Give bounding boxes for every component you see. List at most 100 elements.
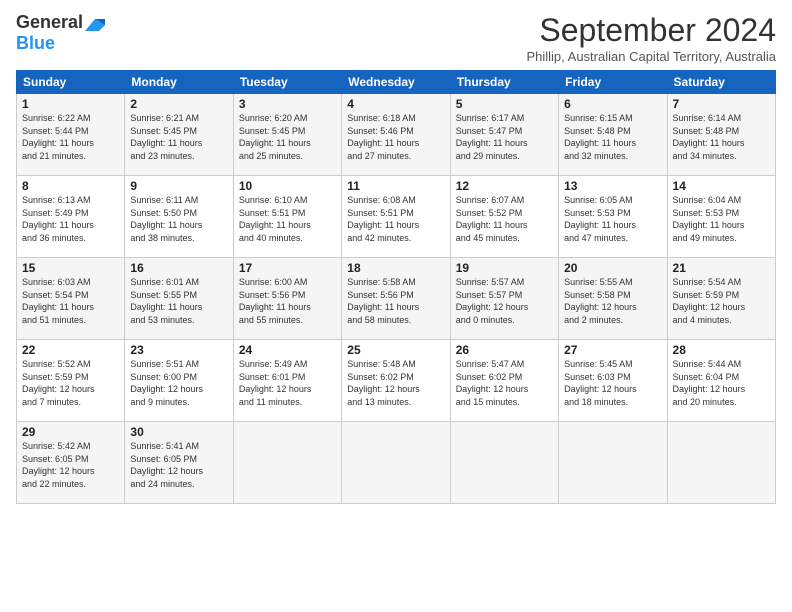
table-row: 30Sunrise: 5:41 AM Sunset: 6:05 PM Dayli… <box>125 422 233 504</box>
day-info: Sunrise: 5:49 AM Sunset: 6:01 PM Dayligh… <box>239 358 336 408</box>
table-row: 24Sunrise: 5:49 AM Sunset: 6:01 PM Dayli… <box>233 340 341 422</box>
day-info: Sunrise: 5:44 AM Sunset: 6:04 PM Dayligh… <box>673 358 770 408</box>
day-number: 1 <box>22 97 119 111</box>
table-row: 25Sunrise: 5:48 AM Sunset: 6:02 PM Dayli… <box>342 340 450 422</box>
day-number: 9 <box>130 179 227 193</box>
table-row: 4Sunrise: 6:18 AM Sunset: 5:46 PM Daylig… <box>342 94 450 176</box>
table-row: 3Sunrise: 6:20 AM Sunset: 5:45 PM Daylig… <box>233 94 341 176</box>
header-saturday: Saturday <box>667 71 775 94</box>
day-info: Sunrise: 6:22 AM Sunset: 5:44 PM Dayligh… <box>22 112 119 162</box>
day-info: Sunrise: 6:18 AM Sunset: 5:46 PM Dayligh… <box>347 112 444 162</box>
table-row: 17Sunrise: 6:00 AM Sunset: 5:56 PM Dayli… <box>233 258 341 340</box>
table-row <box>559 422 667 504</box>
table-row: 16Sunrise: 6:01 AM Sunset: 5:55 PM Dayli… <box>125 258 233 340</box>
day-number: 11 <box>347 179 444 193</box>
day-number: 4 <box>347 97 444 111</box>
day-info: Sunrise: 5:41 AM Sunset: 6:05 PM Dayligh… <box>130 440 227 490</box>
table-row <box>667 422 775 504</box>
table-row <box>450 422 558 504</box>
header-wednesday: Wednesday <box>342 71 450 94</box>
header-friday: Friday <box>559 71 667 94</box>
table-row: 29Sunrise: 5:42 AM Sunset: 6:05 PM Dayli… <box>17 422 125 504</box>
day-number: 7 <box>673 97 770 111</box>
calendar-header-row: Sunday Monday Tuesday Wednesday Thursday… <box>17 71 776 94</box>
calendar-week-row: 8Sunrise: 6:13 AM Sunset: 5:49 PM Daylig… <box>17 176 776 258</box>
day-number: 14 <box>673 179 770 193</box>
table-row: 11Sunrise: 6:08 AM Sunset: 5:51 PM Dayli… <box>342 176 450 258</box>
day-number: 19 <box>456 261 553 275</box>
day-info: Sunrise: 6:07 AM Sunset: 5:52 PM Dayligh… <box>456 194 553 244</box>
calendar-week-row: 29Sunrise: 5:42 AM Sunset: 6:05 PM Dayli… <box>17 422 776 504</box>
day-number: 15 <box>22 261 119 275</box>
title-section: September 2024 Phillip, Australian Capit… <box>526 12 776 64</box>
logo-blue-text: Blue <box>16 33 55 54</box>
table-row <box>233 422 341 504</box>
day-info: Sunrise: 5:47 AM Sunset: 6:02 PM Dayligh… <box>456 358 553 408</box>
day-number: 29 <box>22 425 119 439</box>
day-number: 28 <box>673 343 770 357</box>
header-sunday: Sunday <box>17 71 125 94</box>
day-number: 10 <box>239 179 336 193</box>
table-row: 26Sunrise: 5:47 AM Sunset: 6:02 PM Dayli… <box>450 340 558 422</box>
day-info: Sunrise: 5:58 AM Sunset: 5:56 PM Dayligh… <box>347 276 444 326</box>
table-row: 15Sunrise: 6:03 AM Sunset: 5:54 PM Dayli… <box>17 258 125 340</box>
day-info: Sunrise: 6:08 AM Sunset: 5:51 PM Dayligh… <box>347 194 444 244</box>
day-number: 12 <box>456 179 553 193</box>
table-row: 22Sunrise: 5:52 AM Sunset: 5:59 PM Dayli… <box>17 340 125 422</box>
day-info: Sunrise: 5:52 AM Sunset: 5:59 PM Dayligh… <box>22 358 119 408</box>
day-number: 20 <box>564 261 661 275</box>
day-number: 17 <box>239 261 336 275</box>
table-row: 21Sunrise: 5:54 AM Sunset: 5:59 PM Dayli… <box>667 258 775 340</box>
day-number: 23 <box>130 343 227 357</box>
calendar-week-row: 15Sunrise: 6:03 AM Sunset: 5:54 PM Dayli… <box>17 258 776 340</box>
day-number: 16 <box>130 261 227 275</box>
day-info: Sunrise: 5:55 AM Sunset: 5:58 PM Dayligh… <box>564 276 661 326</box>
table-row: 18Sunrise: 5:58 AM Sunset: 5:56 PM Dayli… <box>342 258 450 340</box>
day-number: 26 <box>456 343 553 357</box>
day-number: 18 <box>347 261 444 275</box>
day-info: Sunrise: 6:11 AM Sunset: 5:50 PM Dayligh… <box>130 194 227 244</box>
day-info: Sunrise: 6:15 AM Sunset: 5:48 PM Dayligh… <box>564 112 661 162</box>
day-info: Sunrise: 6:03 AM Sunset: 5:54 PM Dayligh… <box>22 276 119 326</box>
day-info: Sunrise: 6:04 AM Sunset: 5:53 PM Dayligh… <box>673 194 770 244</box>
day-info: Sunrise: 6:14 AM Sunset: 5:48 PM Dayligh… <box>673 112 770 162</box>
month-year-title: September 2024 <box>526 12 776 49</box>
table-row <box>342 422 450 504</box>
table-row: 23Sunrise: 5:51 AM Sunset: 6:00 PM Dayli… <box>125 340 233 422</box>
location-subtitle: Phillip, Australian Capital Territory, A… <box>526 49 776 64</box>
table-row: 7Sunrise: 6:14 AM Sunset: 5:48 PM Daylig… <box>667 94 775 176</box>
day-number: 27 <box>564 343 661 357</box>
header-tuesday: Tuesday <box>233 71 341 94</box>
table-row: 19Sunrise: 5:57 AM Sunset: 5:57 PM Dayli… <box>450 258 558 340</box>
day-info: Sunrise: 5:42 AM Sunset: 6:05 PM Dayligh… <box>22 440 119 490</box>
table-row: 27Sunrise: 5:45 AM Sunset: 6:03 PM Dayli… <box>559 340 667 422</box>
header-thursday: Thursday <box>450 71 558 94</box>
day-info: Sunrise: 5:45 AM Sunset: 6:03 PM Dayligh… <box>564 358 661 408</box>
table-row: 1Sunrise: 6:22 AM Sunset: 5:44 PM Daylig… <box>17 94 125 176</box>
day-number: 22 <box>22 343 119 357</box>
day-number: 30 <box>130 425 227 439</box>
calendar-week-row: 1Sunrise: 6:22 AM Sunset: 5:44 PM Daylig… <box>17 94 776 176</box>
day-info: Sunrise: 6:21 AM Sunset: 5:45 PM Dayligh… <box>130 112 227 162</box>
table-row: 14Sunrise: 6:04 AM Sunset: 5:53 PM Dayli… <box>667 176 775 258</box>
day-number: 25 <box>347 343 444 357</box>
day-number: 24 <box>239 343 336 357</box>
day-number: 5 <box>456 97 553 111</box>
table-row: 2Sunrise: 6:21 AM Sunset: 5:45 PM Daylig… <box>125 94 233 176</box>
header-monday: Monday <box>125 71 233 94</box>
day-info: Sunrise: 6:00 AM Sunset: 5:56 PM Dayligh… <box>239 276 336 326</box>
day-info: Sunrise: 5:51 AM Sunset: 6:00 PM Dayligh… <box>130 358 227 408</box>
logo-general-text: General <box>16 12 83 33</box>
day-info: Sunrise: 6:05 AM Sunset: 5:53 PM Dayligh… <box>564 194 661 244</box>
day-number: 8 <box>22 179 119 193</box>
day-info: Sunrise: 5:57 AM Sunset: 5:57 PM Dayligh… <box>456 276 553 326</box>
day-info: Sunrise: 5:54 AM Sunset: 5:59 PM Dayligh… <box>673 276 770 326</box>
logo: General Blue <box>16 12 105 54</box>
day-number: 6 <box>564 97 661 111</box>
day-number: 3 <box>239 97 336 111</box>
table-row: 12Sunrise: 6:07 AM Sunset: 5:52 PM Dayli… <box>450 176 558 258</box>
table-row: 28Sunrise: 5:44 AM Sunset: 6:04 PM Dayli… <box>667 340 775 422</box>
day-info: Sunrise: 5:48 AM Sunset: 6:02 PM Dayligh… <box>347 358 444 408</box>
day-info: Sunrise: 6:13 AM Sunset: 5:49 PM Dayligh… <box>22 194 119 244</box>
table-row: 13Sunrise: 6:05 AM Sunset: 5:53 PM Dayli… <box>559 176 667 258</box>
